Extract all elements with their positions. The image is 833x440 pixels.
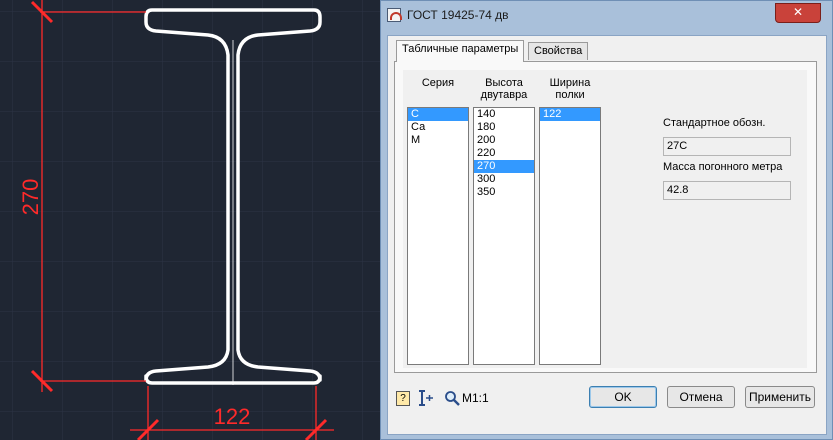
height-list[interactable]: 140 180 200 220 270 300 350 <box>473 107 535 365</box>
list-item[interactable]: С <box>408 108 468 121</box>
height-header-line1: Высота <box>485 77 523 89</box>
list-item[interactable]: 220 <box>474 147 534 160</box>
width-dimension-text: 122 <box>214 404 251 429</box>
series-list[interactable]: С Са М <box>407 107 469 365</box>
scale-label[interactable]: М1:1 <box>462 390 489 406</box>
cancel-button[interactable]: Отмена <box>667 386 735 408</box>
insert-point-glyph <box>419 390 433 406</box>
app-icon <box>387 8 402 22</box>
ok-button[interactable]: OK <box>589 386 657 408</box>
tab-panel: Серия Высота двутавра Ширина полки С Са … <box>394 61 817 373</box>
list-item[interactable]: 350 <box>474 186 534 199</box>
dialog-titlebar[interactable]: ГОСТ 19425-74 дв ✕ <box>381 1 832 31</box>
magnifier-glyph <box>445 391 460 406</box>
list-item[interactable]: 300 <box>474 173 534 186</box>
height-header: Высота двутавра <box>473 77 535 101</box>
cad-drawing-canvas[interactable]: 270 122 <box>0 0 380 440</box>
insert-point-icon[interactable] <box>418 390 434 406</box>
gost-dialog: ГОСТ 19425-74 дв ✕ Табличные параметры С… <box>380 0 833 440</box>
list-item[interactable]: 270 <box>474 160 534 173</box>
standard-designation-field: 27С <box>663 137 791 156</box>
parameters-group: Серия Высота двутавра Ширина полки С Са … <box>403 70 807 368</box>
apply-button[interactable]: Применить <box>745 386 815 408</box>
list-item[interactable]: Са <box>408 121 468 134</box>
mass-field: 42.8 <box>663 181 791 200</box>
list-item[interactable]: 140 <box>474 108 534 121</box>
list-item[interactable]: М <box>408 134 468 147</box>
flange-header: Ширина полки <box>539 77 601 101</box>
list-item[interactable]: 122 <box>540 108 600 121</box>
close-button[interactable]: ✕ <box>775 3 821 23</box>
mass-label: Масса погонного метра <box>663 161 783 173</box>
dialog-title: ГОСТ 19425-74 дв <box>407 8 509 22</box>
flange-list[interactable]: 122 <box>539 107 601 365</box>
help-icon[interactable]: ? <box>396 391 410 406</box>
height-header-line2: двутавра <box>480 89 528 101</box>
drawing-grid <box>0 0 380 440</box>
list-item[interactable]: 180 <box>474 121 534 134</box>
tab-properties[interactable]: Свойства <box>528 42 589 60</box>
dialog-client-area: Табличные параметры Свойства Серия Высот… <box>387 35 827 435</box>
flange-header-line1: Ширина <box>549 77 591 89</box>
tab-table-parameters[interactable]: Табличные параметры <box>396 40 525 62</box>
list-item[interactable]: 200 <box>474 134 534 147</box>
magnifier-icon[interactable] <box>444 390 460 406</box>
flange-header-line2: полки <box>555 89 585 101</box>
series-header: Серия <box>421 77 455 89</box>
standard-designation-label: Стандартное обозн. <box>663 117 766 129</box>
height-dimension-text: 270 <box>18 179 43 216</box>
